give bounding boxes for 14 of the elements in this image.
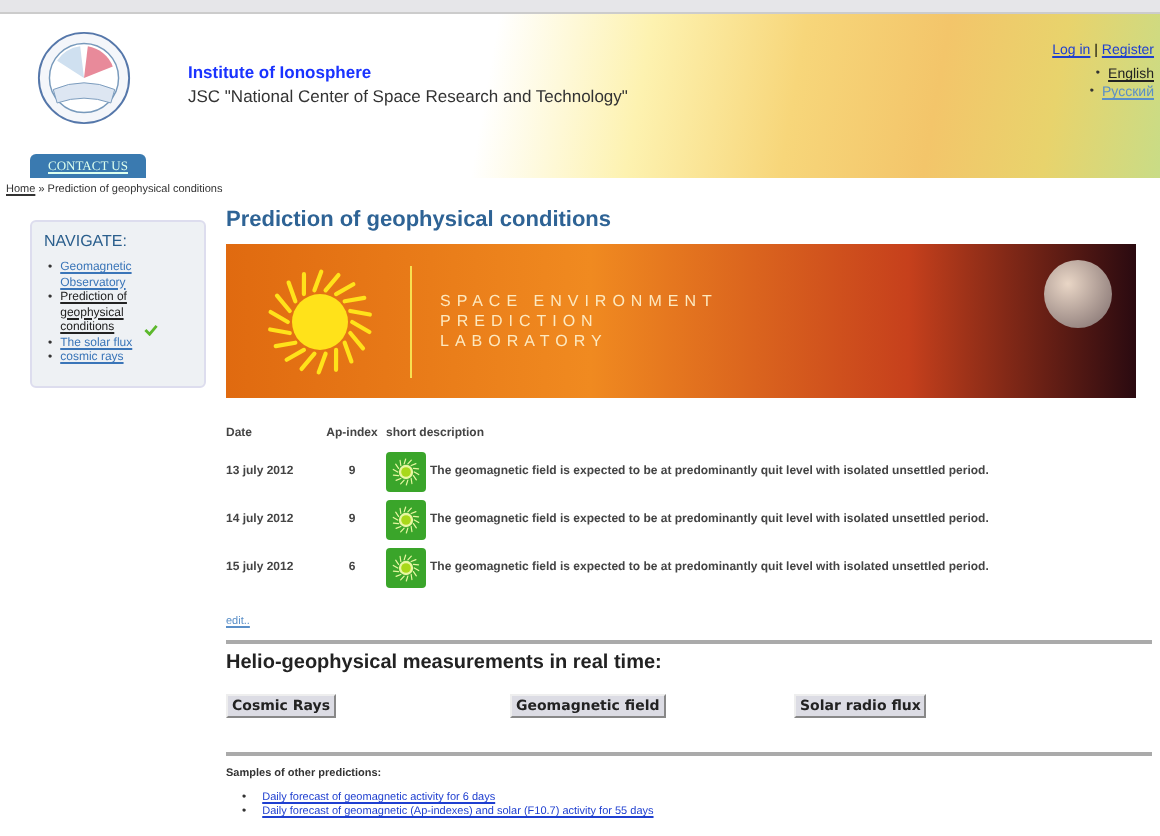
planet-drawing [1044,260,1112,328]
sun-icon [386,548,426,588]
institute-name: Institute of Ionosphere [188,62,374,82]
page-title: Prediction of geophysical conditions [226,208,614,232]
sun-icon [386,500,426,540]
banner-text: LABORATORY [440,331,610,351]
sun-icon [386,452,426,492]
checkmark-icon [144,323,159,335]
institute-logo-icon [36,30,132,126]
navigation-title: NAVIGATE: [44,232,129,250]
organization-name: JSC "National Center of Space Research and Technology" [188,86,628,106]
banner-text: PREDICTION [440,311,601,331]
banner-text: SPACE ENVIRONMENT [440,291,718,311]
section-heading: Helio-geophysical measurements in real time: [226,652,664,674]
